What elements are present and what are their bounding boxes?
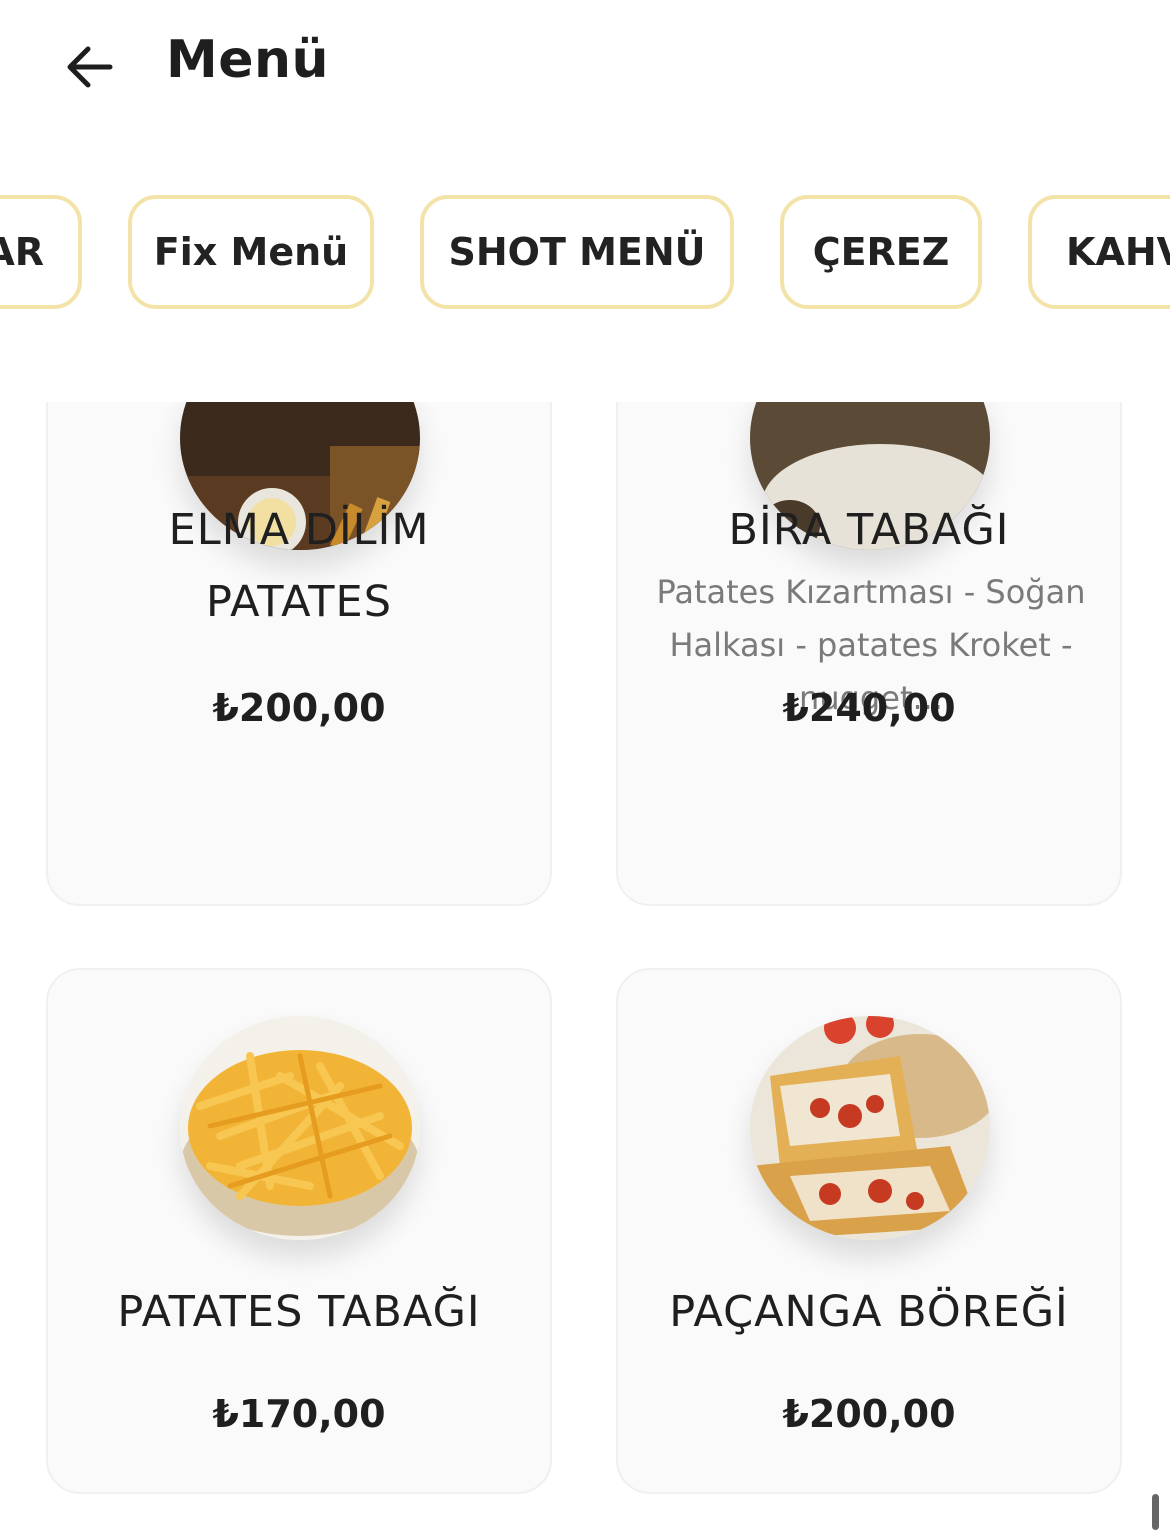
product-name: ELMA DİLİM PATATES xyxy=(168,505,430,627)
product-card[interactable]: ELMA DİLİM PATATES ₺200,00 xyxy=(46,402,552,906)
product-name: PATATES TABAĞI xyxy=(117,1287,481,1337)
category-chip[interactable]: SHOT MENÜ xyxy=(420,195,734,309)
arrow-left-icon xyxy=(67,46,113,88)
product-price: ₺200,00 xyxy=(782,1392,956,1436)
page-title: Menü xyxy=(166,30,330,90)
product-price: ₺240,00 xyxy=(782,686,956,730)
category-chip[interactable]: KAHV xyxy=(1028,195,1170,309)
product-name: PAÇANGA BÖREĞİ xyxy=(669,1287,1069,1337)
product-price: ₺200,00 xyxy=(212,686,386,730)
category-chip[interactable]: Fix Menü xyxy=(128,195,374,309)
category-chip[interactable]: AR xyxy=(0,195,82,309)
category-tabs: AR Fix Menü SHOT MENÜ ÇEREZ KAHV xyxy=(0,192,1170,318)
product-grid[interactable]: ELMA DİLİM PATATES ₺200,00 BİRA TABAĞI P… xyxy=(0,402,1170,1530)
product-card[interactable]: BİRA TABAĞI Patates Kızartması - Soğan H… xyxy=(616,402,1122,906)
product-card[interactable]: PATATES TABAĞI ₺170,00 xyxy=(46,968,552,1494)
product-name: BİRA TABAĞI xyxy=(728,505,1010,555)
category-chip[interactable]: ÇEREZ xyxy=(780,195,982,309)
scrollbar[interactable] xyxy=(1152,1494,1159,1530)
app-header: Menü xyxy=(0,0,1170,140)
product-image xyxy=(180,1016,420,1240)
product-image xyxy=(750,1016,990,1240)
back-button[interactable] xyxy=(62,42,120,92)
product-card[interactable]: PAÇANGA BÖREĞİ ₺200,00 xyxy=(616,968,1122,1494)
product-price: ₺170,00 xyxy=(212,1392,386,1436)
